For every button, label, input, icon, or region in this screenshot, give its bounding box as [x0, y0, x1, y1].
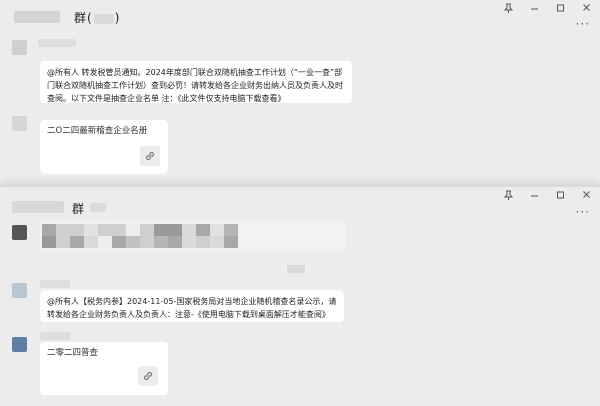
maximize-icon[interactable]	[554, 3, 566, 17]
message-text-bubble[interactable]: @所有人 转发税管员通知。2024年度部门联合双随机抽查工作计划（“一业一查”部…	[40, 61, 352, 103]
close-icon[interactable]	[580, 190, 592, 204]
image-message-bubble[interactable]	[40, 221, 346, 251]
window-titlebar[interactable]: 群 ···	[0, 187, 600, 221]
link-card[interactable]: 二零二四普查	[40, 342, 168, 395]
link-card-title: 二零二四普查	[47, 348, 99, 358]
more-options-icon[interactable]: ···	[576, 17, 590, 31]
minimize-icon[interactable]	[528, 190, 540, 204]
title-redacted	[12, 201, 64, 213]
chat-window-2: 群 ··· @所有人【税务内参】2024-11-05-国家税务局对当地企业随机稽…	[0, 186, 600, 406]
avatar[interactable]	[12, 337, 27, 352]
message-text: @所有人 转发税管员通知。2024年度部门联合双随机抽查工作计划（“一业一查”部…	[47, 68, 343, 103]
maximize-icon[interactable]	[554, 190, 566, 204]
chat-title: 群	[72, 200, 85, 217]
window-controls	[502, 3, 592, 17]
message-text: @所有人【税务内参】2024-11-05-国家税务局对当地企业随机稽查名录公示，…	[47, 297, 337, 319]
chat-title-paren-close: )	[114, 11, 121, 25]
close-icon[interactable]	[580, 3, 592, 17]
title-redacted	[14, 11, 60, 23]
chat-title-text: 群	[74, 11, 88, 25]
chat-title: 群()	[74, 9, 120, 26]
avatar[interactable]	[12, 116, 27, 131]
window-controls	[502, 190, 592, 204]
chat-title-text: 群	[72, 202, 86, 216]
pin-icon[interactable]	[502, 190, 514, 204]
link-card-title: 二O二四最新稽查企业名册	[47, 126, 148, 136]
pin-icon[interactable]	[502, 3, 514, 17]
timestamp-redacted	[287, 265, 305, 273]
member-count-redacted	[90, 203, 106, 212]
avatar[interactable]	[12, 40, 27, 55]
message-text-bubble[interactable]: @所有人【税务内参】2024-11-05-国家税务局对当地企业随机稽查名录公示，…	[40, 290, 344, 322]
sender-name-redacted	[40, 280, 70, 288]
member-count-redacted	[93, 13, 114, 24]
link-icon	[140, 146, 160, 166]
chat-title-paren-open: (	[87, 11, 93, 25]
sender-name-redacted	[40, 332, 70, 340]
more-options-icon[interactable]: ···	[576, 205, 590, 219]
avatar[interactable]	[12, 225, 27, 240]
redacted-image	[42, 224, 238, 248]
avatar[interactable]	[12, 283, 27, 298]
minimize-icon[interactable]	[528, 3, 540, 17]
link-card[interactable]: 二O二四最新稽查企业名册	[40, 120, 168, 174]
window-titlebar[interactable]: 群() ···	[0, 0, 600, 34]
chat-window-1: 群() ··· @所有人 转发税管员通知。2024年度部门联合双随机抽查工作计划…	[0, 0, 600, 198]
sender-name-redacted	[38, 39, 76, 47]
link-icon	[138, 366, 158, 386]
